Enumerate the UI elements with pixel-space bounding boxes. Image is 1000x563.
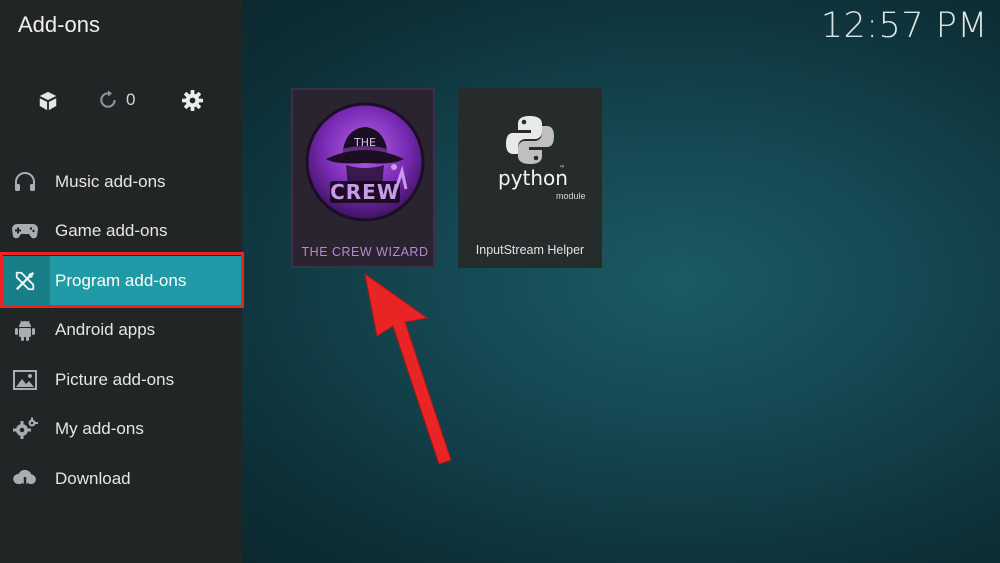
sidebar-toolbar: 0	[0, 86, 242, 118]
gear-icon[interactable]	[181, 89, 204, 112]
sidebar-item-label: Program add-ons	[55, 270, 187, 290]
refresh-count: 0	[126, 90, 136, 109]
sidebar-item-program-addons[interactable]: Program add-ons	[0, 256, 242, 305]
addon-tile-inputstream-helper[interactable]: python ™ module InputStream Helper	[458, 88, 602, 268]
addon-thumbnail: THE CREW	[293, 90, 437, 233]
python-logo-text: python	[498, 166, 568, 190]
box-icon[interactable]	[37, 90, 59, 112]
addon-thumbnail: python ™ module	[458, 88, 602, 231]
headphones-icon	[0, 157, 50, 206]
sidebar-item-label: Download	[55, 468, 131, 488]
crew-logo-text-the: THE	[353, 136, 376, 149]
sidebar-item-picture-addons[interactable]: Picture add-ons	[0, 355, 242, 404]
sidebar-item-download[interactable]: Download	[0, 454, 242, 503]
sidebar-item-label: My add-ons	[55, 418, 144, 438]
python-logo-icon	[506, 116, 554, 164]
sidebar-item-my-addons[interactable]: My add-ons	[0, 404, 242, 453]
gears-icon	[0, 404, 50, 453]
addon-caption: THE CREW WIZARD	[301, 244, 429, 259]
addon-tile-the-crew-wizard[interactable]: THE CREW THE CREW WIZARD	[291, 88, 435, 268]
annotation-arrow	[364, 272, 452, 465]
sidebar-item-label: Picture add-ons	[55, 369, 175, 389]
clock: 12:57 PM	[820, 6, 988, 46]
sidebar: Add-ons 0 Music add-ons Game add-ons Pro…	[0, 0, 244, 563]
gamepad-icon	[0, 206, 50, 255]
crew-logo-text-crew: CREW	[330, 180, 400, 204]
page-title: Add-ons	[18, 12, 100, 37]
python-trademark: ™	[559, 165, 565, 172]
refresh-icon	[100, 90, 116, 108]
tools-icon	[0, 256, 50, 305]
addon-caption: InputStream Helper	[475, 242, 585, 257]
refresh-button[interactable]: 0	[98, 90, 135, 110]
sidebar-item-game-addons[interactable]: Game add-ons	[0, 206, 242, 255]
sidebar-item-music-addons[interactable]: Music add-ons	[0, 157, 242, 206]
sidebar-item-label: Android apps	[55, 319, 156, 339]
sidebar-item-label: Game add-ons	[55, 220, 168, 240]
picture-icon	[0, 355, 50, 404]
python-module-label: module	[556, 191, 586, 201]
android-icon	[0, 305, 50, 354]
crew-logo-icon: THE CREW	[305, 102, 425, 221]
sidebar-item-android-apps[interactable]: Android apps	[0, 305, 242, 354]
sidebar-item-label: Music add-ons	[55, 171, 166, 191]
cloud-download-icon	[0, 454, 50, 503]
